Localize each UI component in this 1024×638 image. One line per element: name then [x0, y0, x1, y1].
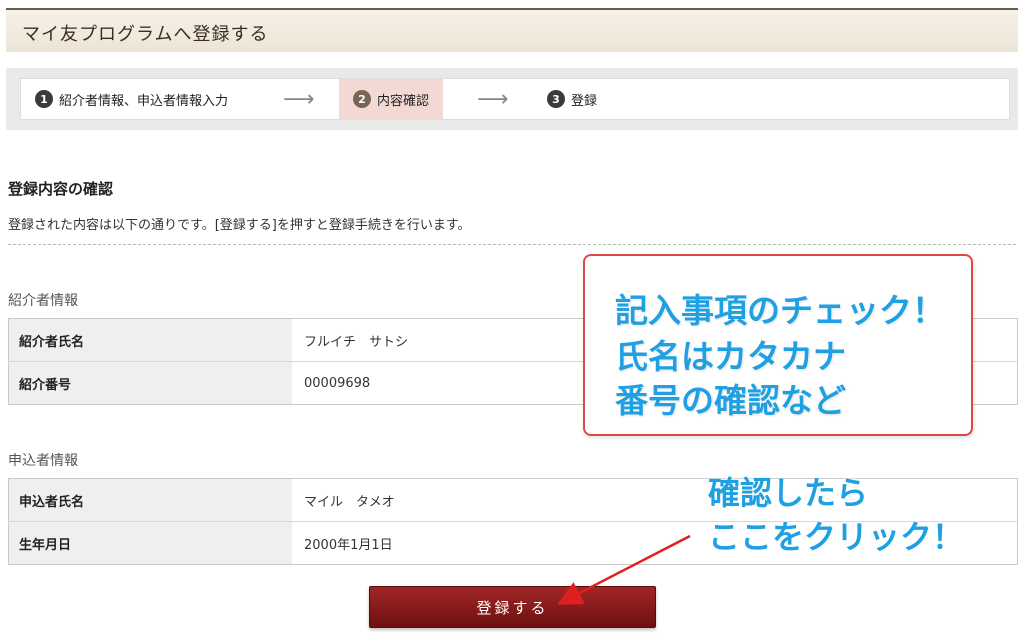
birthdate-label: 生年月日 — [8, 521, 292, 565]
step-arrow-icon: ⟶ — [477, 87, 509, 112]
applicant-name-label: 申込者氏名 — [8, 478, 292, 522]
dashed-divider — [8, 244, 1016, 245]
step-1: 1 紹介者情報、申込者情報入力 — [35, 79, 228, 119]
step-arrow-icon: ⟶ — [283, 87, 315, 112]
click-note-line-2: ここをクリック！ — [708, 518, 965, 556]
page-header: マイ友プログラムへ登録する — [6, 8, 1018, 52]
step-3-label: 登録 — [571, 93, 598, 109]
callout-line-1: 記入事項のチェック！ — [615, 291, 945, 330]
step-indicator: 1 紹介者情報、申込者情報入力 ⟶ 2 内容確認 ⟶ 3 登録 — [6, 68, 1018, 130]
referrer-name-label: 紹介者氏名 — [8, 318, 292, 362]
step-indicator-inner: 1 紹介者情報、申込者情報入力 ⟶ 2 内容確認 ⟶ 3 登録 — [20, 78, 1010, 120]
referral-number-label: 紹介番号 — [8, 361, 292, 405]
step-2-number: 2 — [353, 90, 371, 108]
step-3: 3 登録 — [547, 79, 597, 119]
step-1-label: 紹介者情報、申込者情報入力 — [59, 93, 229, 109]
step-2-active: 2 内容確認 — [339, 79, 444, 119]
register-button[interactable]: 登録する — [369, 586, 656, 628]
confirm-section-title: 登録内容の確認 — [8, 180, 114, 198]
step-2-label: 内容確認 — [377, 93, 430, 109]
callout-line-2: 氏名はカタカナ — [615, 337, 846, 376]
step-1-number: 1 — [35, 90, 53, 108]
referrer-section-title: 紹介者情報 — [8, 293, 78, 309]
confirm-description: 登録された内容は以下の通りです。[登録する]を押すと登録手続きを行います。 — [8, 218, 471, 233]
page-title: マイ友プログラムへ登録する — [22, 24, 269, 45]
step-3-number: 3 — [547, 90, 565, 108]
click-note-line-1: 確認したら — [708, 474, 869, 512]
applicant-section-title: 申込者情報 — [8, 453, 78, 469]
callout-line-3: 番号の確認など — [615, 381, 846, 420]
annotation-callout-box: 記入事項のチェック！ 氏名はカタカナ 番号の確認など — [583, 254, 973, 436]
